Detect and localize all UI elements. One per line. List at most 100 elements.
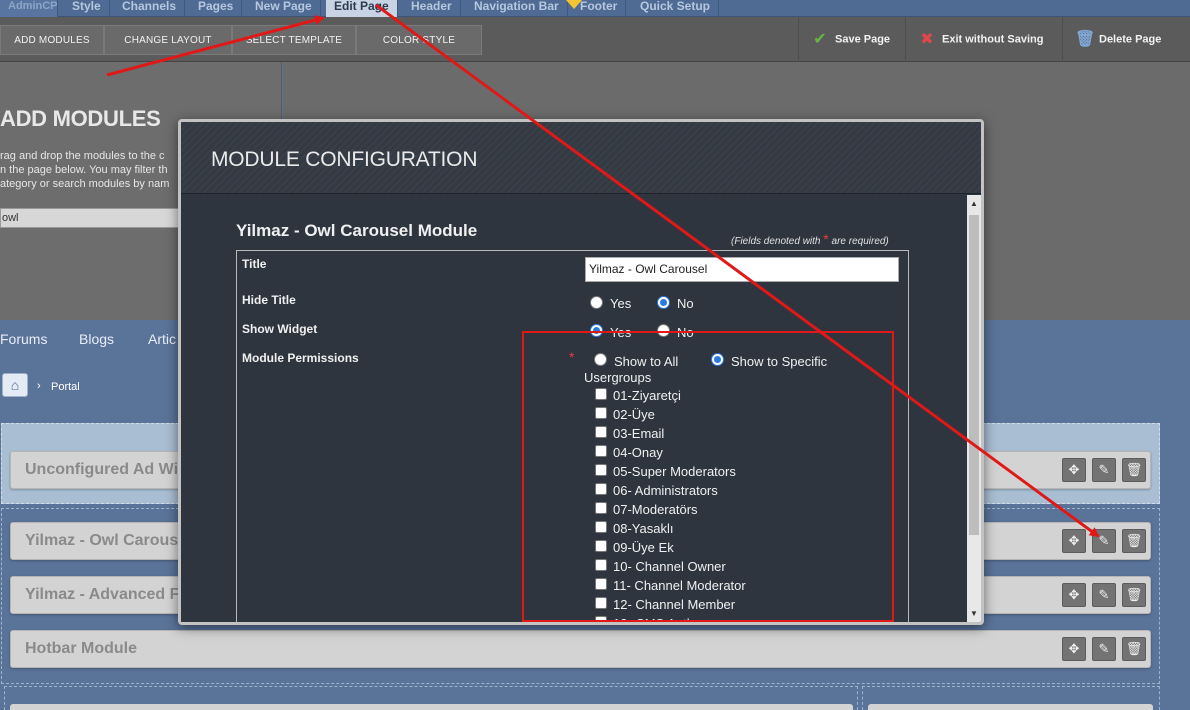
select-template-button[interactable]: SELECT TEMPLATE [232, 25, 356, 55]
move-icon[interactable]: ✥ [1062, 529, 1086, 553]
usergroup-label: 07-Moderatörs [613, 502, 698, 517]
module-search-input[interactable]: owl [0, 208, 180, 228]
move-icon[interactable]: ✥ [1062, 583, 1086, 607]
required-note-suffix: are required) [831, 236, 889, 247]
usergroup-checkbox[interactable] [595, 407, 607, 419]
scroll-thumb[interactable] [969, 215, 979, 535]
usergroup-checkbox[interactable] [595, 502, 607, 514]
usergroup-label: 01-Ziyaretçi [613, 388, 681, 403]
exit-without-saving-button[interactable]: ✖ Exit without Saving [905, 17, 1062, 62]
tab-style[interactable]: Style [64, 0, 110, 17]
add-modules-description: rag and drop the modules to the c n the … [0, 149, 180, 191]
show-to-all-label: Show to All [614, 354, 679, 369]
chevron-right-icon: › [37, 380, 41, 392]
show-widget-no-label: No [677, 325, 694, 340]
usergroup-label: 04-Onay [613, 445, 663, 460]
change-layout-button[interactable]: CHANGE LAYOUT [104, 25, 232, 55]
show-to-all-radio[interactable] [594, 353, 607, 366]
show-widget-yes-label: Yes [610, 325, 632, 340]
edit-pencil-icon[interactable]: ✎ [1092, 458, 1116, 482]
close-icon: ✖ [920, 31, 934, 48]
required-star: * [823, 231, 829, 247]
add-modules-desc-line-1: rag and drop the modules to the c [0, 150, 165, 162]
show-to-specific-label-cont: Usergroups [584, 370, 652, 385]
save-page-label: Save Page [835, 33, 891, 46]
usergroup-checkbox[interactable] [595, 597, 607, 609]
tab-pages[interactable]: Pages [190, 0, 243, 17]
usergroup-label: 02-Üye [613, 407, 655, 422]
module-title: Hotbar Module [25, 640, 137, 657]
usergroup-checkbox[interactable] [595, 445, 607, 457]
usergroup-checkbox[interactable] [595, 464, 607, 476]
trash-icon: 🗑 [1075, 31, 1096, 48]
nav-blogs[interactable]: Blogs [79, 331, 114, 347]
module-block: Hotbar Module ✥ ✎ 🗑 [10, 630, 1151, 668]
tab-navigation-bar[interactable]: Navigation Bar [466, 0, 568, 17]
exit-without-saving-label: Exit without Saving [942, 33, 1044, 46]
home-icon[interactable]: ⌂ [2, 373, 28, 397]
usergroup-checkbox[interactable] [595, 540, 607, 552]
save-page-button[interactable]: ✔ Save Page [798, 17, 905, 62]
usergroup-label: 13- CMS Author [613, 616, 706, 625]
usergroup-checkbox[interactable] [595, 616, 607, 622]
module-title: Yilmaz - Advanced F [25, 586, 180, 603]
show-widget-yes-radio[interactable] [590, 324, 603, 337]
config-form: Title Yilmaz - Owl Carousel Hide Title Y… [236, 250, 909, 625]
delete-trash-icon[interactable]: 🗑 [1122, 458, 1146, 482]
check-icon: ✔ [813, 31, 827, 48]
dialog-header: MODULE CONFIGURATION [181, 122, 981, 194]
tab-quick-setup[interactable]: Quick Setup [632, 0, 720, 17]
scroll-up-icon[interactable]: ▲ [967, 197, 981, 211]
breadcrumb-portal[interactable]: Portal [51, 381, 80, 393]
usergroup-checkbox[interactable] [595, 483, 607, 495]
edit-pencil-icon[interactable]: ✎ [1092, 529, 1116, 553]
show-to-specific-label: Show to Specific [731, 354, 828, 369]
move-icon[interactable]: ✥ [1062, 637, 1086, 661]
usergroup-checkbox[interactable] [595, 559, 607, 571]
usergroup-checkbox[interactable] [595, 388, 607, 400]
usergroup-checkbox[interactable] [595, 521, 607, 533]
color-style-button[interactable]: COLOR STYLE [356, 25, 482, 55]
usergroup-label: 09-Üye Ek [613, 540, 674, 555]
usergroup-label: 08-Yasaklı [613, 521, 674, 536]
dialog-body: Yilmaz - Owl Carousel Module (Fields den… [181, 195, 967, 625]
dialog-scrollbar[interactable]: ▲ ▼ [967, 195, 981, 622]
add-modules-button[interactable]: ADD MODULES [0, 25, 104, 55]
delete-trash-icon[interactable]: 🗑 [1122, 637, 1146, 661]
show-widget-label: Show Widget [242, 322, 318, 336]
delete-trash-icon[interactable]: 🗑 [1122, 529, 1146, 553]
edit-pencil-icon[interactable]: ✎ [1092, 637, 1116, 661]
show-to-specific-radio[interactable] [711, 353, 724, 366]
usergroup-checkbox[interactable] [595, 426, 607, 438]
add-modules-desc-line-3: ategory or search modules by nam [0, 178, 170, 190]
usergroup-label: 12- Channel Member [613, 597, 736, 612]
module-block-partial [10, 704, 853, 710]
edit-pencil-icon[interactable]: ✎ [1092, 583, 1116, 607]
nav-articles[interactable]: Artic [148, 331, 176, 347]
scroll-down-icon[interactable]: ▼ [967, 607, 981, 621]
caret-down-icon [566, 0, 582, 9]
tab-channels[interactable]: Channels [114, 0, 186, 17]
tab-new-page[interactable]: New Page [247, 0, 321, 17]
tab-admincp[interactable]: AdminCP [0, 0, 58, 17]
page-toolbar: ADD MODULES CHANGE LAYOUT SELECT TEMPLAT… [0, 17, 1190, 62]
module-title: Yilmaz - Owl Carous [25, 532, 179, 549]
delete-page-button[interactable]: 🗑 Delete Page [1062, 17, 1190, 62]
title-label: Title [242, 257, 267, 271]
title-input[interactable]: Yilmaz - Owl Carousel [585, 257, 899, 282]
usergroup-checkbox[interactable] [595, 578, 607, 590]
dialog-title: MODULE CONFIGURATION [211, 148, 478, 171]
hide-title-label: Hide Title [242, 293, 296, 307]
delete-trash-icon[interactable]: 🗑 [1122, 583, 1146, 607]
nav-forums[interactable]: Forums [0, 331, 47, 347]
add-modules-desc-line-2: n the page below. You may filter th [0, 164, 168, 176]
hide-title-yes-radio[interactable] [590, 296, 603, 309]
show-widget-no-radio[interactable] [657, 324, 670, 337]
module-title: Unconfigured Ad Wi [25, 461, 179, 478]
hide-title-no-radio[interactable] [657, 296, 670, 309]
usergroup-label: 03-Email [613, 426, 665, 441]
move-icon[interactable]: ✥ [1062, 458, 1086, 482]
tab-edit-page[interactable]: Edit Page [326, 0, 398, 17]
tab-header[interactable]: Header [403, 0, 461, 17]
usergroup-label: 05-Super Moderators [613, 464, 736, 479]
